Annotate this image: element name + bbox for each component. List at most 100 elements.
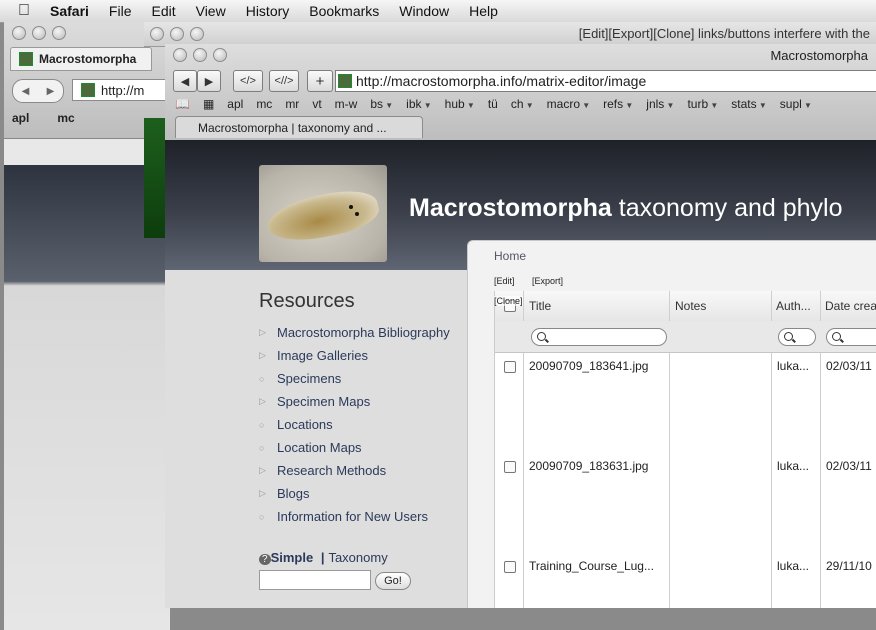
menu-window[interactable]: Window — [389, 3, 459, 19]
table-row[interactable]: Training_Course_Lug... luka... 29/11/10 — [495, 553, 876, 608]
resource-link-image-galleries[interactable]: ▷ Image Galleries — [259, 344, 474, 367]
bookmark-m-w[interactable]: m-w — [335, 97, 358, 111]
cell-author: luka... — [777, 559, 810, 573]
bookmark-ch[interactable]: ch ▼ — [511, 97, 534, 111]
zoom-button[interactable] — [52, 26, 66, 40]
address-bar[interactable]: http://macrostomorpha.info/matrix-editor… — [335, 70, 876, 92]
dropdown-arrow-icon: ▼ — [756, 101, 767, 110]
bookmark-apl[interactable]: apl — [12, 111, 29, 125]
bookmark-macro[interactable]: macro ▼ — [547, 97, 590, 111]
address-bar[interactable]: http://m — [72, 79, 174, 101]
column-header-notes[interactable]: Notes — [669, 291, 772, 321]
back-button[interactable]: ◀ — [173, 70, 197, 92]
resource-link-specimen-maps[interactable]: ▷ Specimen Maps — [259, 390, 474, 413]
export-link[interactable]: [Export] — [532, 276, 563, 286]
menu-app[interactable]: Safari — [40, 3, 99, 19]
search-block: ? Simple | Taxonomy Go! — [259, 550, 411, 590]
menu-history[interactable]: History — [236, 3, 300, 19]
eyespot — [355, 212, 359, 216]
site-title[interactable]: Macrostomorpha taxonomy and phylo — [409, 194, 843, 223]
menu-help[interactable]: Help — [459, 3, 508, 19]
title-filter-search-input[interactable] — [531, 328, 667, 346]
table-row[interactable]: 20090709_183641.jpg luka... 02/03/11 — [495, 353, 876, 454]
window-title: [Edit][Export][Clone] links/buttons inte… — [578, 26, 870, 41]
menu-bookmarks[interactable]: Bookmarks — [299, 3, 389, 19]
bullet-circle-icon: ○ — [259, 419, 265, 430]
back-forward-buttons[interactable]: ◀ ▶ — [12, 79, 64, 103]
bookmark-stats[interactable]: stats ▼ — [731, 97, 766, 111]
bookmark-apl[interactable]: apl — [227, 97, 243, 111]
web-page: Macrostomorpha taxonomy and phylo Resour… — [165, 140, 876, 608]
back-arrow-icon[interactable]: ◀ — [22, 86, 30, 97]
resource-link-macrostomorpha-bibliography[interactable]: ▷ Macrostomorpha Bibliography — [259, 321, 474, 344]
row-checkbox[interactable] — [504, 361, 516, 373]
apple-icon[interactable]:  — [18, 2, 40, 20]
row-checkbox[interactable] — [504, 461, 516, 473]
resource-link-location-maps[interactable]: ○ Location Maps — [259, 436, 474, 459]
menu-view[interactable]: View — [186, 3, 236, 19]
bookmark-jnls[interactable]: jnls ▼ — [646, 97, 674, 111]
bookmark-t-[interactable]: tü — [488, 97, 498, 111]
resource-link-research-methods[interactable]: ▷ Research Methods — [259, 459, 474, 482]
forward-arrow-icon[interactable]: ▶ — [47, 86, 55, 97]
clone-link[interactable]: [Clone] — [494, 296, 523, 306]
help-icon[interactable]: ? — [259, 554, 271, 565]
search-input[interactable] — [259, 570, 371, 590]
reading-list-icon[interactable]: 📖 — [175, 97, 190, 111]
back-window-tab[interactable]: Macrostomorpha — [10, 47, 152, 71]
column-header-author[interactable]: Auth... — [771, 291, 821, 321]
close-button[interactable] — [173, 48, 187, 62]
bookmark-mc[interactable]: mc — [57, 111, 74, 125]
search-taxonomy-link[interactable]: Taxonomy — [328, 550, 387, 565]
table-row[interactable]: 20090709_183631.jpg luka... 02/03/11 — [495, 453, 876, 554]
go-button[interactable]: Go! — [375, 572, 411, 590]
menu-edit[interactable]: Edit — [141, 3, 185, 19]
resources-heading: Resources — [259, 290, 355, 312]
resource-link-specimens[interactable]: ○ Specimens — [259, 367, 474, 390]
bookmark-ibk[interactable]: ibk ▼ — [406, 97, 431, 111]
top-sites-grid-icon[interactable]: ▦ — [203, 97, 214, 111]
bookmark-turb[interactable]: turb ▼ — [687, 97, 718, 111]
breadcrumb-home[interactable]: Home — [494, 249, 526, 263]
search-simple-link[interactable]: Simple — [271, 550, 314, 565]
close-button[interactable] — [150, 27, 164, 41]
menu-file[interactable]: File — [99, 3, 142, 19]
row-checkbox[interactable] — [504, 561, 516, 573]
column-header-title[interactable]: Title — [523, 291, 670, 321]
dropdown-arrow-icon: ▼ — [664, 101, 675, 110]
favicon-icon — [19, 52, 33, 66]
view-source-button[interactable]: </> — [233, 70, 263, 92]
date-filter-search-input[interactable] — [826, 328, 876, 346]
menu-bar:  Safari File Edit View History Bookmark… — [0, 0, 876, 23]
view-source-2-button[interactable]: <//> — [269, 70, 299, 92]
active-tab[interactable]: Macrostomorpha | taxonomy and ... — [175, 116, 423, 138]
back-browser-window: Macrostomorpha ◀ ▶ http://m apl mc — [4, 22, 174, 630]
minimize-button[interactable] — [32, 26, 46, 40]
author-filter-search-input[interactable] — [778, 328, 816, 346]
bookmark-refs[interactable]: refs ▼ — [603, 97, 633, 111]
favicon-icon — [338, 74, 352, 88]
bookmark-mc[interactable]: mc — [256, 97, 272, 111]
forward-button[interactable]: ▶ — [197, 70, 221, 92]
column-header-date[interactable]: Date crea — [820, 291, 876, 321]
address-text: http://m — [101, 82, 145, 98]
bookmark-hub[interactable]: hub ▼ — [445, 97, 475, 111]
edit-link[interactable]: [Edit] — [494, 276, 515, 286]
content-panel: Home Title Notes Auth... Date crea 20090 — [467, 240, 876, 608]
bullet-circle-icon: ○ — [259, 511, 265, 522]
bookmark-vt[interactable]: vt — [312, 97, 321, 111]
bookmark-bs[interactable]: bs ▼ — [370, 97, 393, 111]
new-tab-button[interactable]: + — [307, 70, 333, 92]
resource-link-locations[interactable]: ○ Locations — [259, 413, 474, 436]
zoom-button[interactable] — [190, 27, 204, 41]
resource-link-blogs[interactable]: ▷ Blogs — [259, 482, 474, 505]
resource-link-information-for-new-users[interactable]: ○ Information for New Users — [259, 505, 474, 528]
site-logo-image[interactable] — [259, 165, 387, 262]
zoom-button[interactable] — [213, 48, 227, 62]
grid-header: Title Notes Auth... Date crea — [495, 291, 876, 322]
minimize-button[interactable] — [170, 27, 184, 41]
minimize-button[interactable] — [193, 48, 207, 62]
bookmark-mr[interactable]: mr — [285, 97, 299, 111]
bookmark-supl[interactable]: supl ▼ — [780, 97, 812, 111]
close-button[interactable] — [12, 26, 26, 40]
